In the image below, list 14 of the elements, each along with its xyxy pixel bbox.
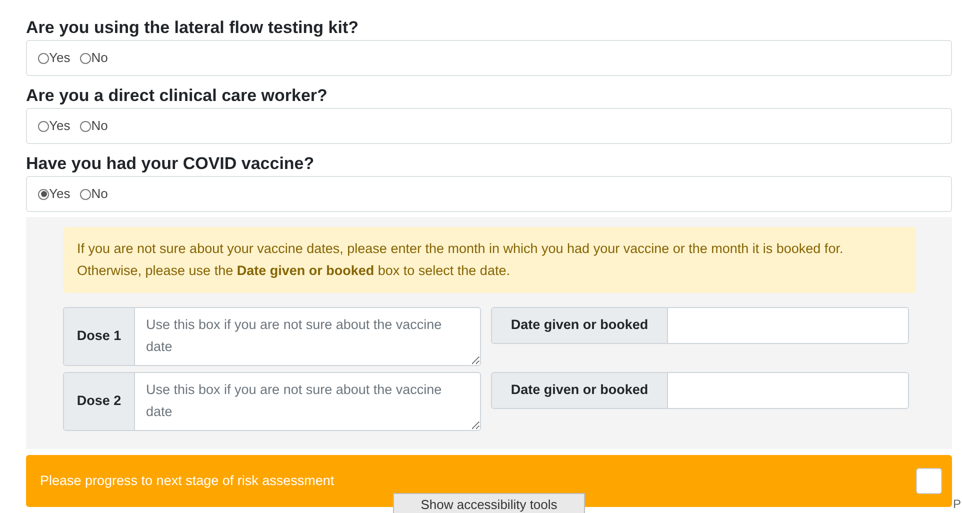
progress-label: Please progress to next stage of risk assessment	[40, 472, 334, 490]
question-label: Are you using the lateral flow testing kit?	[26, 17, 360, 39]
radio-option[interactable]: Yes	[38, 184, 70, 204]
notice-text: If you are not sure about your vaccine dates, please enter the month in which you had your vaccine or the month it is booked for. Otherwise, please use the Date given or booked box to select the date.	[63, 227, 916, 293]
question-label: Have you had your COVID vaccine?	[26, 153, 316, 175]
radio-option[interactable]: No	[80, 184, 108, 204]
edge-text: P	[953, 496, 962, 513]
accessibility-button[interactable]: Show accessibility tools	[393, 493, 585, 513]
radio-option[interactable]: No	[80, 48, 108, 68]
progress-checkbox[interactable]	[916, 468, 942, 494]
radio-option[interactable]: Yes	[38, 48, 70, 68]
question-label: Are you a direct clinical care worker?	[26, 85, 328, 107]
radio-option[interactable]: Yes	[38, 116, 70, 136]
radio-option[interactable]: No	[80, 116, 108, 136]
